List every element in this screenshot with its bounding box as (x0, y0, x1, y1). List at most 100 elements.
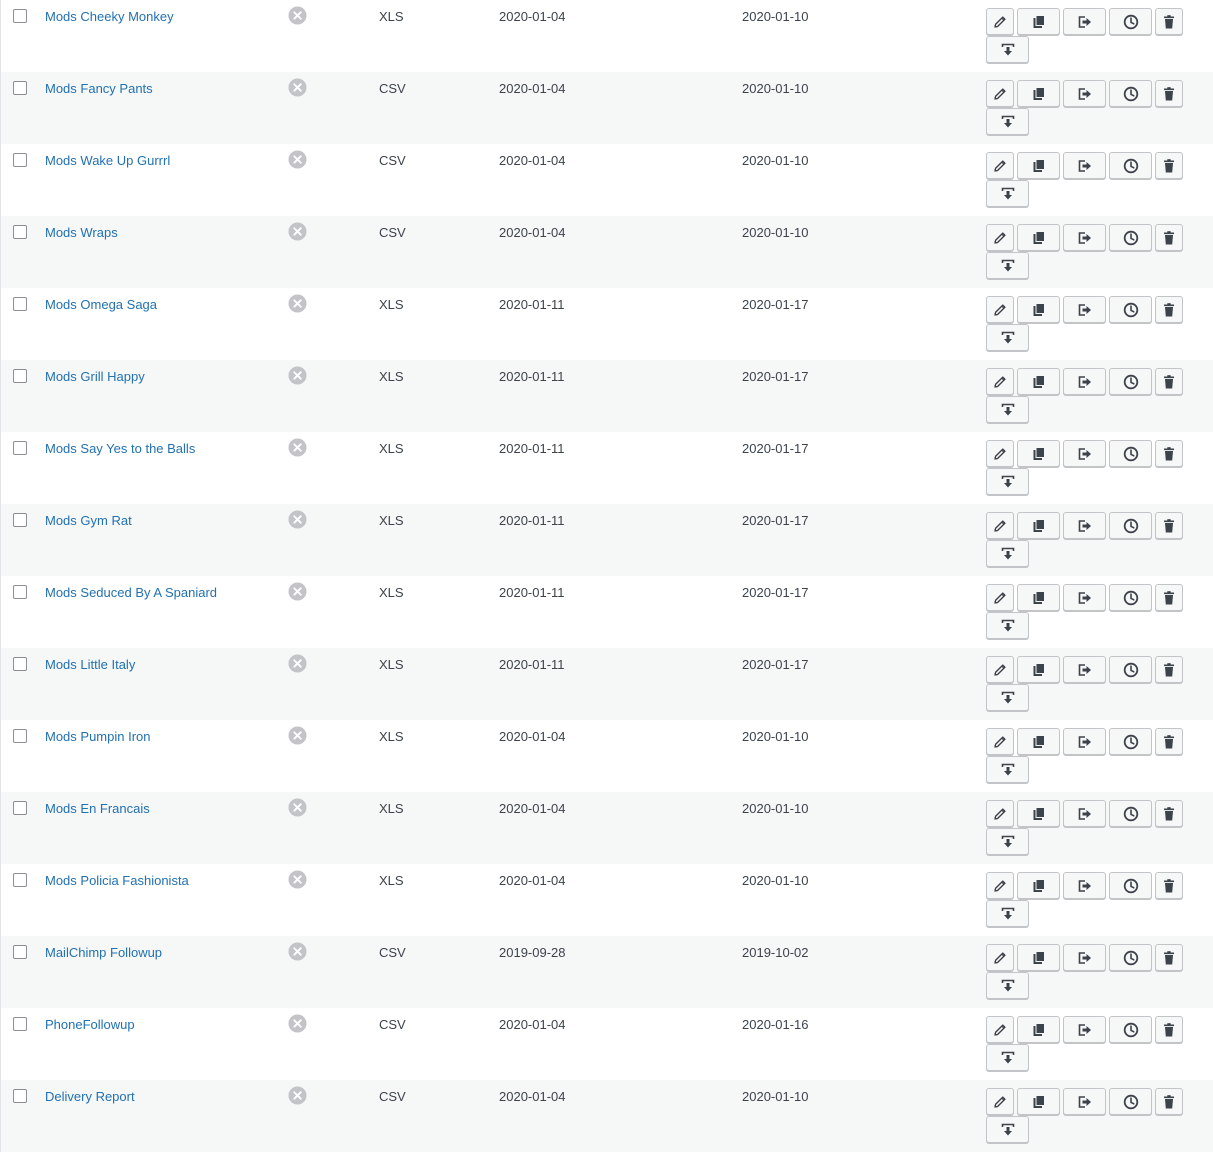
edit-button[interactable] (986, 656, 1014, 683)
copy-button[interactable] (1017, 872, 1060, 899)
schedule-button[interactable] (1109, 944, 1152, 971)
download-button[interactable] (986, 36, 1029, 63)
export-button[interactable] (1063, 152, 1106, 179)
schedule-button[interactable] (1109, 728, 1152, 755)
row-checkbox[interactable] (13, 945, 27, 959)
report-name-link[interactable]: PhoneFollowup (45, 1017, 135, 1032)
schedule-button[interactable] (1109, 872, 1152, 899)
edit-button[interactable] (986, 368, 1014, 395)
report-name-link[interactable]: Mods Policia Fashionista (45, 873, 189, 888)
report-name-link[interactable]: Mods Wake Up Gurrrl (45, 153, 170, 168)
download-button[interactable] (986, 1116, 1029, 1143)
schedule-button[interactable] (1109, 656, 1152, 683)
copy-button[interactable] (1017, 224, 1060, 251)
export-button[interactable] (1063, 728, 1106, 755)
edit-button[interactable] (986, 872, 1014, 899)
edit-button[interactable] (986, 1016, 1014, 1043)
edit-button[interactable] (986, 80, 1014, 107)
delete-button[interactable] (1155, 872, 1183, 899)
export-button[interactable] (1063, 512, 1106, 539)
delete-button[interactable] (1155, 440, 1183, 467)
download-button[interactable] (986, 108, 1029, 135)
download-button[interactable] (986, 828, 1029, 855)
copy-button[interactable] (1017, 512, 1060, 539)
report-name-link[interactable]: Delivery Report (45, 1089, 135, 1104)
report-name-link[interactable]: MailChimp Followup (45, 945, 162, 960)
row-checkbox[interactable] (13, 441, 27, 455)
export-button[interactable] (1063, 800, 1106, 827)
delete-button[interactable] (1155, 224, 1183, 251)
row-checkbox[interactable] (13, 9, 27, 23)
delete-button[interactable] (1155, 152, 1183, 179)
delete-button[interactable] (1155, 368, 1183, 395)
delete-button[interactable] (1155, 1088, 1183, 1115)
export-button[interactable] (1063, 584, 1106, 611)
report-name-link[interactable]: Mods Say Yes to the Balls (45, 441, 195, 456)
delete-button[interactable] (1155, 800, 1183, 827)
download-button[interactable] (986, 972, 1029, 999)
report-name-link[interactable]: Mods Omega Saga (45, 297, 157, 312)
copy-button[interactable] (1017, 8, 1060, 35)
report-name-link[interactable]: Mods Cheeky Monkey (45, 9, 174, 24)
copy-button[interactable] (1017, 152, 1060, 179)
export-button[interactable] (1063, 1016, 1106, 1043)
delete-button[interactable] (1155, 1016, 1183, 1043)
delete-button[interactable] (1155, 512, 1183, 539)
copy-button[interactable] (1017, 296, 1060, 323)
report-name-link[interactable]: Mods En Francais (45, 801, 150, 816)
row-checkbox[interactable] (13, 729, 27, 743)
download-button[interactable] (986, 684, 1029, 711)
copy-button[interactable] (1017, 1088, 1060, 1115)
report-name-link[interactable]: Mods Pumpin Iron (45, 729, 151, 744)
report-name-link[interactable]: Mods Wraps (45, 225, 118, 240)
schedule-button[interactable] (1109, 1088, 1152, 1115)
schedule-button[interactable] (1109, 440, 1152, 467)
delete-button[interactable] (1155, 296, 1183, 323)
download-button[interactable] (986, 252, 1029, 279)
schedule-button[interactable] (1109, 296, 1152, 323)
download-button[interactable] (986, 1044, 1029, 1071)
report-name-link[interactable]: Mods Grill Happy (45, 369, 145, 384)
schedule-button[interactable] (1109, 584, 1152, 611)
copy-button[interactable] (1017, 656, 1060, 683)
edit-button[interactable] (986, 1088, 1014, 1115)
copy-button[interactable] (1017, 1016, 1060, 1043)
row-checkbox[interactable] (13, 657, 27, 671)
delete-button[interactable] (1155, 656, 1183, 683)
copy-button[interactable] (1017, 944, 1060, 971)
schedule-button[interactable] (1109, 8, 1152, 35)
row-checkbox[interactable] (13, 297, 27, 311)
export-button[interactable] (1063, 656, 1106, 683)
schedule-button[interactable] (1109, 512, 1152, 539)
delete-button[interactable] (1155, 80, 1183, 107)
export-button[interactable] (1063, 80, 1106, 107)
report-name-link[interactable]: Mods Gym Rat (45, 513, 132, 528)
export-button[interactable] (1063, 224, 1106, 251)
export-button[interactable] (1063, 1088, 1106, 1115)
edit-button[interactable] (986, 224, 1014, 251)
download-button[interactable] (986, 468, 1029, 495)
copy-button[interactable] (1017, 800, 1060, 827)
row-checkbox[interactable] (13, 81, 27, 95)
export-button[interactable] (1063, 872, 1106, 899)
download-button[interactable] (986, 180, 1029, 207)
copy-button[interactable] (1017, 584, 1060, 611)
row-checkbox[interactable] (13, 801, 27, 815)
row-checkbox[interactable] (13, 369, 27, 383)
export-button[interactable] (1063, 8, 1106, 35)
row-checkbox[interactable] (13, 1089, 27, 1103)
row-checkbox[interactable] (13, 225, 27, 239)
download-button[interactable] (986, 900, 1029, 927)
schedule-button[interactable] (1109, 80, 1152, 107)
edit-button[interactable] (986, 152, 1014, 179)
download-button[interactable] (986, 396, 1029, 423)
report-name-link[interactable]: Mods Seduced By A Spaniard (45, 585, 217, 600)
edit-button[interactable] (986, 584, 1014, 611)
row-checkbox[interactable] (13, 585, 27, 599)
edit-button[interactable] (986, 440, 1014, 467)
export-button[interactable] (1063, 440, 1106, 467)
delete-button[interactable] (1155, 584, 1183, 611)
delete-button[interactable] (1155, 8, 1183, 35)
schedule-button[interactable] (1109, 1016, 1152, 1043)
download-button[interactable] (986, 324, 1029, 351)
